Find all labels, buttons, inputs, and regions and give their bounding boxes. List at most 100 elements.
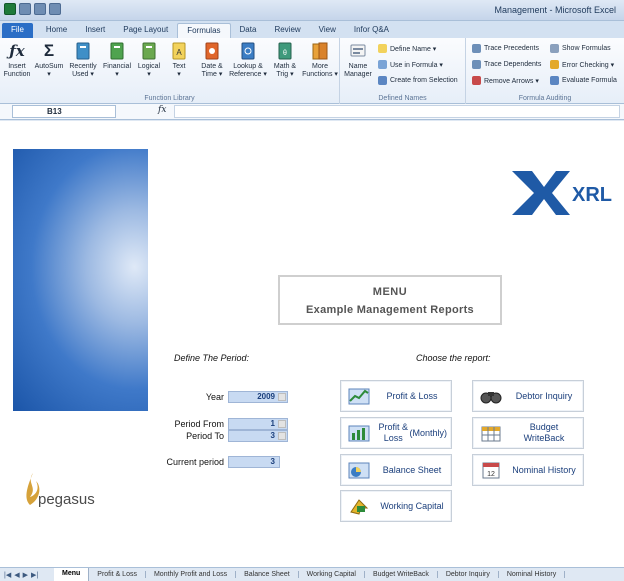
balance-sheet-report-button[interactable]: Balance Sheet xyxy=(340,454,452,486)
name-manager-button[interactable]: Name Manager xyxy=(342,41,374,79)
text-book-icon: A xyxy=(172,42,186,60)
tab-insert[interactable]: Insert xyxy=(76,23,114,38)
last-sheet-icon[interactable]: ▶| xyxy=(31,571,38,579)
tab-formulas[interactable]: Formulas xyxy=(177,23,231,38)
year-label: Year xyxy=(205,392,224,402)
current-period-label: Current period xyxy=(166,457,224,467)
debtor-inquiry-report-button[interactable]: Debtor Inquiry xyxy=(472,380,584,412)
current-period-value: 3 xyxy=(228,456,280,468)
period-from-input[interactable]: 1 xyxy=(228,418,288,430)
logical-book-icon xyxy=(142,42,156,60)
remove-arrows-button[interactable]: Remove Arrows ▾ xyxy=(472,76,539,85)
calendar-icon: 12 xyxy=(482,462,500,479)
next-sheet-icon[interactable]: ▶ xyxy=(23,571,28,579)
tab-view[interactable]: View xyxy=(310,23,345,38)
sheet-tab-budget-writeback[interactable]: Budget WriteBack xyxy=(365,571,438,578)
financial-book-icon xyxy=(110,42,124,60)
show-formulas-button[interactable]: Show Formulas xyxy=(550,44,611,53)
working-capital-report-button[interactable]: Working Capital xyxy=(340,490,452,522)
logical-button[interactable]: Logical ▾ xyxy=(134,41,164,79)
excel-app-icon[interactable] xyxy=(4,3,16,15)
more-functions-button[interactable]: More Functions ▾ xyxy=(302,41,338,79)
evaluate-formula-button[interactable]: Evaluate Formula xyxy=(550,76,617,85)
recently-used-button[interactable]: Recently Used ▾ xyxy=(66,41,100,79)
sheet-tab-balance-sheet[interactable]: Balance Sheet xyxy=(236,571,299,578)
lookup-reference-button[interactable]: Lookup & Reference ▾ xyxy=(228,41,268,79)
remove-arrows-icon xyxy=(472,76,481,85)
year-input[interactable]: 2009 xyxy=(228,391,288,403)
menu-title-box: MENU Example Management Reports xyxy=(278,275,502,325)
trace-precedents-icon xyxy=(472,44,481,53)
working-capital-icon xyxy=(350,499,369,515)
xrl-logo: XRL xyxy=(512,171,612,215)
show-formulas-icon xyxy=(550,44,559,53)
first-sheet-icon[interactable]: |◀ xyxy=(4,571,11,579)
period-to-spinner-icon[interactable] xyxy=(278,432,286,440)
budget-writeback-report-button[interactable]: Budget WriteBack xyxy=(472,417,584,449)
tab-data[interactable]: Data xyxy=(231,23,266,38)
svg-text:θ: θ xyxy=(283,50,287,57)
decorative-blue-banner xyxy=(13,149,148,411)
formula-bar: B13 fx xyxy=(0,104,624,120)
worksheet[interactable]: XRL pegasus MENU Example Management Repo… xyxy=(0,121,624,567)
choose-report-heading: Choose the report: xyxy=(416,353,491,363)
use-in-formula-icon xyxy=(378,60,387,69)
name-box[interactable]: B13 xyxy=(12,105,116,118)
svg-text:12: 12 xyxy=(487,471,495,478)
defined-names-group: Name Manager Define Name ▾ Use in Formul… xyxy=(340,38,466,104)
formula-input[interactable] xyxy=(174,105,620,118)
error-checking-icon xyxy=(550,60,559,69)
sheet-tab-profit-loss[interactable]: Profit & Loss xyxy=(89,571,146,578)
more-functions-book-icon xyxy=(312,42,328,60)
tab-infor-qa[interactable]: Infor Q&A xyxy=(345,23,398,38)
use-in-formula-button[interactable]: Use in Formula ▾ xyxy=(378,60,443,69)
sheet-navigation: |◀ ◀ ▶ ▶| xyxy=(0,571,54,579)
tab-page-layout[interactable]: Page Layout xyxy=(114,23,177,38)
tab-file[interactable]: File xyxy=(2,23,33,38)
formula-auditing-group: Trace Precedents Trace Dependents Remove… xyxy=(466,38,624,104)
period-from-spinner-icon[interactable] xyxy=(278,420,286,428)
define-name-button[interactable]: Define Name ▾ xyxy=(378,44,436,53)
chart-bars-icon xyxy=(348,425,370,442)
defined-names-label: Defined Names xyxy=(378,95,427,102)
undo-icon[interactable] xyxy=(34,3,46,15)
sheet-tab-nominal-history[interactable]: Nominal History xyxy=(499,571,566,578)
year-spinner-icon[interactable] xyxy=(278,393,286,401)
name-manager-icon xyxy=(350,44,366,57)
date-time-button[interactable]: Date & Time ▾ xyxy=(196,41,228,79)
sheet-tab-monthly-profit-loss[interactable]: Monthly Profit and Loss xyxy=(146,571,237,578)
trace-dependents-icon xyxy=(472,60,481,69)
financial-button[interactable]: Financial ▾ xyxy=(100,41,134,79)
period-to-input[interactable]: 3 xyxy=(228,430,288,442)
nominal-history-report-button[interactable]: 12 Nominal History xyxy=(472,454,584,486)
period-to-label: Period To xyxy=(186,431,224,441)
menu-title: MENU xyxy=(372,286,408,298)
profit-loss-report-button[interactable]: Profit & Loss xyxy=(340,380,452,412)
insert-function-fx-icon[interactable]: fx xyxy=(158,105,166,115)
math-trig-button[interactable]: θ Math & Trig ▾ xyxy=(268,41,302,79)
text-button[interactable]: A Text ▾ xyxy=(166,41,192,79)
insert-function-button[interactable]: ƒx Insert Function xyxy=(2,41,32,79)
prev-sheet-icon[interactable]: ◀ xyxy=(14,571,19,579)
save-icon[interactable] xyxy=(19,3,31,15)
svg-text:A: A xyxy=(176,48,182,57)
redo-icon[interactable] xyxy=(49,3,61,15)
trace-precedents-button[interactable]: Trace Precedents xyxy=(472,44,539,53)
sheet-tab-working-capital[interactable]: Working Capital xyxy=(299,571,365,578)
profit-loss-monthly-report-button[interactable]: Profit & Loss (Monthly) xyxy=(340,417,452,449)
trace-dependents-button[interactable]: Trace Dependents xyxy=(472,60,541,69)
balance-sheet-chart-icon xyxy=(348,462,370,479)
chart-up-icon xyxy=(348,388,370,405)
error-checking-button[interactable]: Error Checking ▾ xyxy=(550,60,614,69)
quick-access-toolbar xyxy=(4,3,61,15)
sheet-tab-menu[interactable]: Menu xyxy=(54,568,90,581)
budget-grid-icon xyxy=(481,426,501,442)
create-from-selection-button[interactable]: Create from Selection xyxy=(378,76,458,85)
tab-review[interactable]: Review xyxy=(265,23,309,38)
math-trig-book-icon: θ xyxy=(278,42,292,60)
autosum-button[interactable]: Σ AutoSum ▾ xyxy=(34,41,64,79)
sheet-tab-debtor-inquiry[interactable]: Debtor Inquiry xyxy=(438,571,499,578)
period-from-label: Period From xyxy=(174,419,224,429)
sheet-tab-bar: |◀ ◀ ▶ ▶| Menu Profit & Loss Monthly Pro… xyxy=(0,567,624,581)
tab-home[interactable]: Home xyxy=(37,23,76,38)
